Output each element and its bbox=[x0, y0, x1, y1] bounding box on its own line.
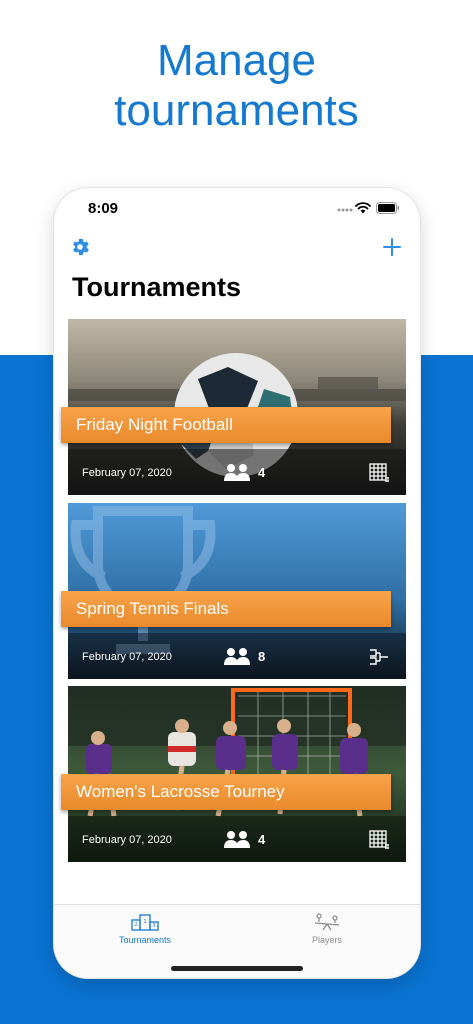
bracket-icon bbox=[370, 649, 388, 665]
marketing-headline: Manage tournaments bbox=[114, 36, 359, 135]
tab-players[interactable]: Players bbox=[277, 913, 377, 957]
players-group-icon bbox=[224, 831, 250, 848]
settings-button[interactable] bbox=[69, 236, 91, 258]
plus-icon bbox=[383, 238, 401, 256]
svg-text:1: 1 bbox=[143, 919, 146, 925]
tab-tournaments[interactable]: 1 2 3 Tournaments bbox=[95, 913, 195, 957]
home-indicator bbox=[171, 966, 303, 971]
player-count: 8 bbox=[258, 649, 266, 664]
tournament-card[interactable]: Friday Night Football February 07, 2020 … bbox=[61, 319, 406, 495]
add-tournament-button[interactable] bbox=[382, 237, 402, 257]
grid-icon bbox=[369, 830, 389, 849]
players-group-icon bbox=[224, 648, 250, 665]
tournament-date: February 07, 2020 bbox=[82, 467, 172, 479]
tournament-card[interactable]: Women's Lacrosse Tourney February 07, 20… bbox=[61, 686, 406, 862]
tournament-name-banner: Spring Tennis Finals bbox=[61, 591, 391, 627]
tournament-card[interactable]: Spring Tennis Finals February 07, 2020 8 bbox=[61, 503, 406, 679]
tab-label: Players bbox=[311, 935, 342, 945]
wifi-icon bbox=[355, 202, 371, 214]
tournament-name-banner: Friday Night Football bbox=[61, 407, 391, 443]
podium-icon: 1 2 3 bbox=[131, 914, 159, 931]
page-title: Tournaments bbox=[72, 272, 242, 302]
tournament-date: February 07, 2020 bbox=[82, 651, 172, 663]
gear-icon bbox=[73, 238, 89, 256]
tournament-date: February 07, 2020 bbox=[82, 834, 172, 846]
status-time: 8:09 bbox=[88, 200, 119, 217]
seesaw-icon bbox=[314, 913, 340, 931]
status-bar: 8:09 bbox=[54, 188, 420, 232]
cellular-signal-icon bbox=[337, 208, 353, 212]
players-group-icon bbox=[224, 464, 250, 481]
phone-frame: 8:09 Tournaments Friday Night Football F… bbox=[54, 188, 420, 978]
tab-label: Tournaments bbox=[118, 935, 172, 945]
player-count: 4 bbox=[258, 465, 266, 480]
battery-icon bbox=[376, 202, 400, 214]
svg-text:3: 3 bbox=[152, 923, 155, 929]
tournament-name-banner: Women's Lacrosse Tourney bbox=[61, 774, 391, 810]
grid-icon bbox=[369, 463, 389, 482]
player-count: 4 bbox=[258, 832, 266, 847]
svg-text:2: 2 bbox=[134, 922, 137, 928]
